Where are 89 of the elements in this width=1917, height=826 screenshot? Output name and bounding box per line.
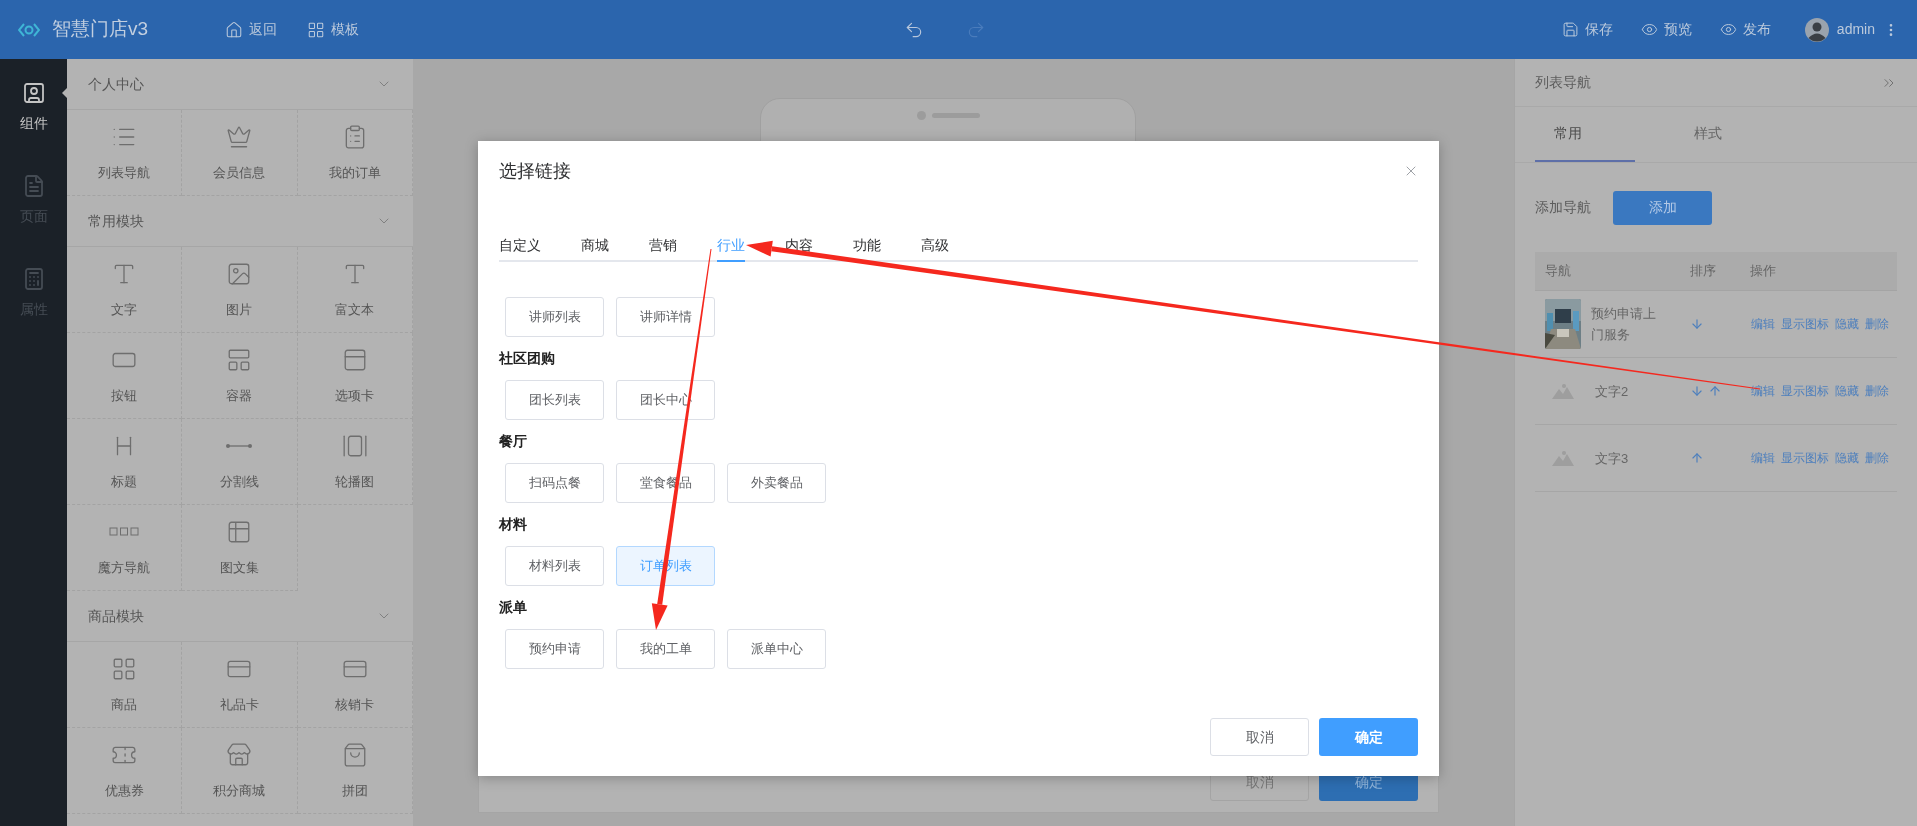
field-label: 添加导航 (1535, 198, 1591, 217)
panel-tab[interactable]: 常用 (1535, 106, 1635, 162)
action-link[interactable]: 显示图标 (1781, 449, 1829, 467)
add-button[interactable]: 添加 (1613, 190, 1712, 225)
action-link[interactable]: 删除 (1865, 315, 1889, 333)
toolbar-button[interactable]: 预览 (1640, 19, 1692, 40)
component-tile[interactable]: 轮播图 (297, 419, 413, 505)
dialog-tab[interactable]: 高级 (921, 230, 949, 262)
component-tile[interactable]: 文字 (67, 247, 183, 333)
link-option[interactable]: 材料列表 (505, 546, 604, 586)
component-tile[interactable]: 富文本 (297, 247, 413, 333)
column-header: 排序 (1689, 262, 1717, 281)
save-icon (1561, 21, 1579, 38)
action-link[interactable]: 隐藏 (1835, 382, 1859, 400)
move-down-icon[interactable] (1690, 317, 1704, 331)
component-tile[interactable]: 我的订单 (297, 110, 413, 196)
component-tile[interactable]: 容器 (182, 333, 298, 419)
dialog-tab[interactable]: 自定义 (499, 230, 541, 262)
section-heading: 餐厅 (499, 431, 528, 451)
section-heading: 派单 (499, 597, 528, 617)
column-header: 导航 (1544, 262, 1572, 281)
dialog-tab[interactable]: 商城 (581, 230, 609, 262)
eye-icon (1640, 21, 1658, 38)
link-option[interactable]: 派单中心 (727, 629, 826, 669)
link-option[interactable]: 扫码点餐 (505, 463, 604, 503)
link-option[interactable]: 团长列表 (505, 380, 604, 420)
component-tile[interactable]: 图文集 (182, 505, 298, 591)
action-link[interactable]: 隐藏 (1835, 449, 1859, 467)
action-link[interactable]: 编辑 (1751, 315, 1775, 333)
link-option[interactable]: 讲师列表 (505, 297, 604, 337)
action-link[interactable]: 编辑 (1751, 449, 1775, 467)
move-up-icon[interactable] (1708, 384, 1722, 398)
component-tile[interactable]: 商品 (67, 642, 183, 728)
cancel-button[interactable]: 取消 (1210, 718, 1309, 756)
component-tile[interactable]: 图片 (182, 247, 298, 333)
grid-icon (307, 20, 325, 39)
eye-icon (1719, 21, 1737, 38)
nav-button[interactable]: 返回 (225, 19, 277, 40)
link-option[interactable]: 我的工单 (616, 629, 715, 669)
panel-tab[interactable]: 样式 (1675, 106, 1775, 162)
move-up-icon[interactable] (1690, 451, 1704, 465)
component-icon (21, 81, 46, 105)
component-tile[interactable]: 标题 (67, 419, 183, 505)
section-title: 个人中心 (88, 74, 144, 94)
component-tile[interactable]: 礼品卡 (182, 642, 298, 728)
nav-name: 预约申请上门服务 (1591, 305, 1657, 344)
dialog-tab[interactable]: 营销 (649, 230, 677, 262)
section-title: 商品模块 (88, 606, 144, 626)
user-name[interactable]: admin (1836, 19, 1875, 40)
link-option[interactable]: 外卖餐品 (727, 463, 826, 503)
section-heading: 材料 (499, 514, 528, 534)
link-option[interactable]: 讲师详情 (616, 297, 715, 337)
logo-icon (18, 21, 40, 38)
confirm-button[interactable]: 确定 (1319, 718, 1418, 756)
section-title: 常用模块 (88, 211, 144, 231)
component-tile[interactable]: 按钮 (67, 333, 183, 419)
component-tile[interactable]: 拼团 (297, 728, 413, 814)
section-heading: 社区团购 (499, 348, 556, 368)
component-tile[interactable]: 积分商城 (182, 728, 298, 814)
squares-icon (109, 526, 140, 537)
column-header: 操作 (1749, 262, 1776, 281)
action-link[interactable]: 显示图标 (1781, 315, 1829, 333)
component-tile[interactable]: 魔方导航 (67, 505, 183, 591)
nav-name: 文字3 (1594, 449, 1630, 468)
store-icon (226, 741, 253, 768)
home-icon (225, 20, 243, 39)
toolbar-button[interactable]: 发布 (1719, 19, 1771, 40)
dialog-tab[interactable]: 行业 (717, 230, 745, 262)
nav-name: 文字2 (1594, 382, 1630, 401)
app-title: 智慧门店v3 (52, 17, 150, 42)
action-link[interactable]: 删除 (1865, 449, 1889, 467)
dialog-tab[interactable]: 功能 (853, 230, 881, 262)
panel-title: 列表导航 (1535, 73, 1591, 92)
component-tile[interactable]: 选项卡 (297, 333, 413, 419)
component-tile[interactable]: 列表导航 (67, 110, 183, 196)
action-link[interactable]: 删除 (1865, 382, 1889, 400)
component-tile[interactable]: 会员信息 (182, 110, 298, 196)
move-down-icon[interactable] (1690, 384, 1704, 398)
component-tile[interactable]: 分割线 (182, 419, 298, 505)
action-link[interactable]: 隐藏 (1835, 315, 1859, 333)
dialog-title: 选择链接 (499, 159, 571, 183)
nav-button[interactable]: 模板 (307, 19, 359, 40)
component-tile[interactable]: 核销卡 (297, 642, 413, 728)
component-tile[interactable]: 优惠券 (67, 728, 183, 814)
avatar[interactable] (1804, 17, 1829, 42)
action-link[interactable]: 显示图标 (1781, 382, 1829, 400)
link-option[interactable]: 预约申请 (505, 629, 604, 669)
toolbar-button[interactable]: 保存 (1561, 19, 1613, 40)
divider-icon (225, 442, 254, 449)
